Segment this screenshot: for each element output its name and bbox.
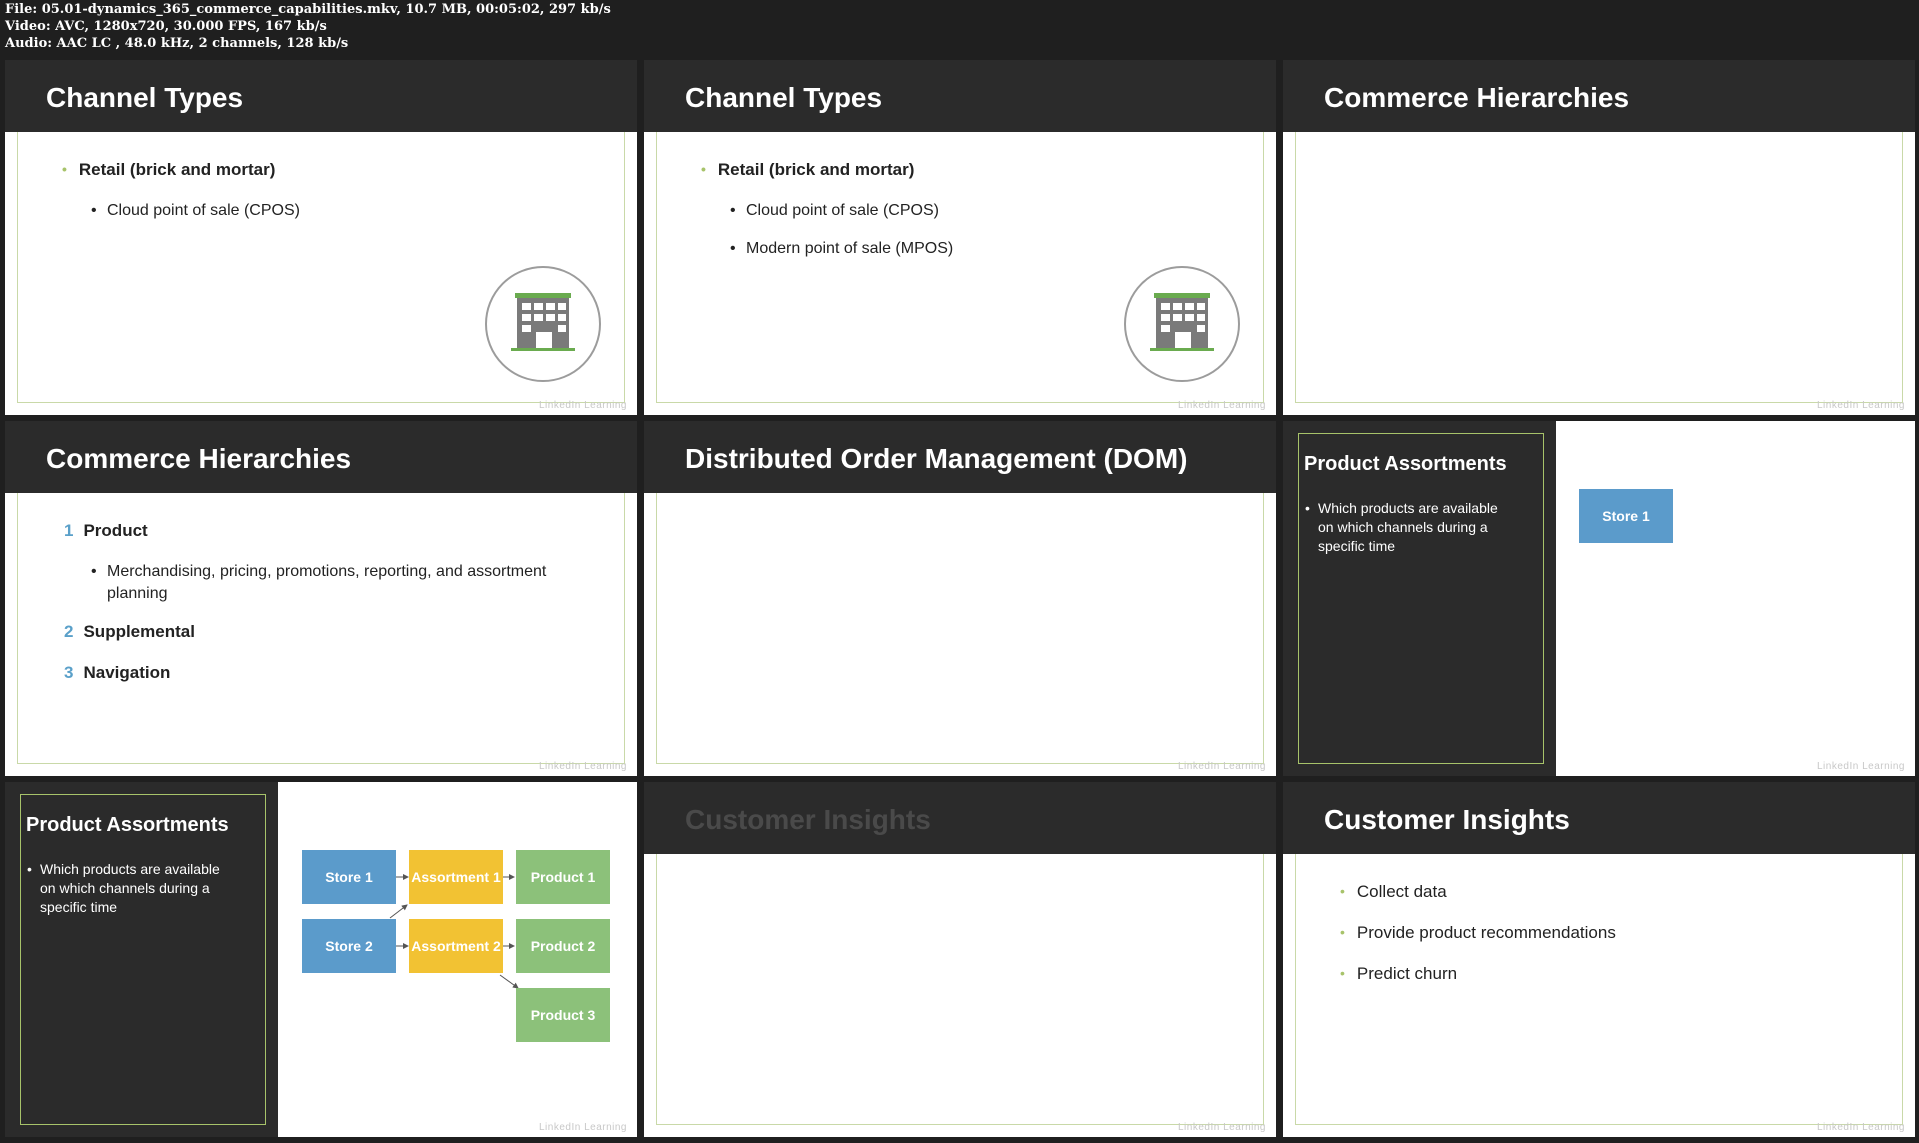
slide-thumbnail[interactable]: Commerce Hierarchies 1 Product • Merchandi… — [5, 421, 637, 776]
slide-thumbnail[interactable]: Channel Types • Retail (brick and mortar)… — [644, 60, 1276, 415]
sub-bullet-text: Merchandising, pricing, promotions, repo… — [107, 563, 547, 602]
audio-info-line: Audio: AAC LC , 48.0 kHz, 2 channels, 12… — [5, 36, 349, 51]
slide-title-bar: Distributed Order Management (DOM) — [644, 421, 1276, 493]
slide-title-bar: Commerce Hierarchies — [5, 421, 637, 493]
store-box: Store 2 — [302, 919, 396, 973]
brand-watermark: LinkedIn Learning — [1816, 400, 1905, 411]
slide-title-bar: Customer Insights — [644, 782, 1276, 854]
sub-bullet-text: Cloud point of sale (CPOS) — [107, 202, 300, 219]
slide-title: Channel Types — [46, 82, 244, 113]
brand-watermark: LinkedIn Learning — [1177, 761, 1266, 772]
numbered-item: 1 Product — [64, 521, 148, 541]
assortment-box: Assortment 1 — [409, 850, 503, 904]
side-panel: Product Assortments • Which products are … — [1283, 421, 1556, 776]
slide-thumbnail[interactable]: Product Assortments • Which products are … — [5, 782, 637, 1137]
sub-bullet-item: • Merchandising, pricing, promotions, rep… — [91, 561, 591, 605]
thumbnail-grid: Channel Types • Retail (brick and mortar)… — [5, 60, 1915, 1140]
slide-thumbnail[interactable]: Commerce Hierarchies LinkedIn Learning — [1283, 60, 1915, 415]
slide-title: Commerce Hierarchies — [46, 443, 352, 474]
item-label: Navigation — [83, 663, 171, 682]
slide-title: Distributed Order Management (DOM) — [685, 443, 1188, 474]
bullet-item: • Retail (brick and mortar) — [701, 160, 914, 180]
slide-title-bar: Channel Types — [644, 60, 1276, 132]
bullet-marker: • — [701, 161, 706, 177]
slide-thumbnail[interactable]: Channel Types • Retail (brick and mortar)… — [5, 60, 637, 415]
bullet-marker: • — [1340, 924, 1345, 940]
sub-bullet-item: • Modern point of sale (MPOS) — [730, 238, 1150, 260]
bullet-item: • Retail (brick and mortar) — [62, 160, 275, 180]
store-box: Store 1 — [1579, 489, 1673, 543]
video-info-line: Video: AVC, 1280x720, 30.000 FPS, 167 kb… — [5, 19, 327, 34]
slide-title: Customer Insights — [1324, 804, 1570, 835]
panel-description-text: Which products are available on which ch… — [1318, 500, 1498, 554]
slide-title: Channel Types — [685, 82, 883, 113]
slide-title: Customer Insights — [685, 804, 931, 835]
numbered-item: 3 Navigation — [64, 663, 170, 683]
brand-watermark: LinkedIn Learning — [1816, 1122, 1905, 1133]
side-panel-border — [1298, 433, 1544, 764]
brand-watermark: LinkedIn Learning — [1816, 761, 1905, 772]
slide-thumbnail[interactable]: Product Assortments • Which products are … — [1283, 421, 1915, 776]
sub-bullet-item: • Cloud point of sale (CPOS) — [91, 200, 511, 222]
slide-frame — [1295, 132, 1903, 403]
product-box: Product 1 — [516, 850, 610, 904]
item-label: Supplemental — [83, 622, 195, 641]
slide-frame — [656, 854, 1264, 1125]
product-box: Product 3 — [516, 988, 610, 1042]
sub-bullet-text: Modern point of sale (MPOS) — [746, 240, 954, 257]
slide-thumbnail[interactable]: Customer Insights LinkedIn Learning — [644, 782, 1276, 1137]
building-icon — [485, 266, 601, 382]
slide-frame — [656, 493, 1264, 764]
brand-watermark: LinkedIn Learning — [538, 1122, 627, 1133]
sub-bullet-item: • Cloud point of sale (CPOS) — [730, 200, 1150, 222]
slide-title-bar: Channel Types — [5, 60, 637, 132]
slide-thumbnail[interactable]: Customer Insights • Collect data • Provide… — [1283, 782, 1915, 1137]
slide-title-bar: Customer Insights — [1283, 782, 1915, 854]
brand-watermark: LinkedIn Learning — [538, 761, 627, 772]
video-file-info: File: 05.01-dynamics_365_commerce_capabi… — [5, 1, 611, 52]
bullet-marker: • — [1340, 965, 1345, 981]
brand-watermark: LinkedIn Learning — [1177, 400, 1266, 411]
panel-description: • Which products are available on which c… — [1305, 499, 1505, 556]
bullet-item: • Predict churn — [1340, 964, 1457, 984]
slide-thumbnail[interactable]: Distributed Order Management (DOM) Linke… — [644, 421, 1276, 776]
item-label: Product — [83, 521, 148, 540]
file-info-line: File: 05.01-dynamics_365_commerce_capabi… — [5, 2, 611, 17]
store-box: Store 1 — [302, 850, 396, 904]
assortment-box: Assortment 2 — [409, 919, 503, 973]
bullet-text: Retail (brick and mortar) — [78, 160, 276, 179]
slide-title-bar: Commerce Hierarchies — [1283, 60, 1915, 132]
panel-title: Product Assortments — [1304, 453, 1507, 475]
bullet-item: • Provide product recommendations — [1340, 923, 1616, 943]
brand-watermark: LinkedIn Learning — [538, 400, 627, 411]
item-number: 2 — [64, 622, 74, 641]
bullet-text: Predict churn — [1356, 964, 1458, 983]
brand-watermark: LinkedIn Learning — [1177, 1122, 1266, 1133]
bullet-marker: • — [62, 161, 67, 177]
bullet-item: • Collect data — [1340, 882, 1447, 902]
bullet-text: Retail (brick and mortar) — [717, 160, 915, 179]
numbered-item: 2 Supplemental — [64, 622, 195, 642]
slide-title: Commerce Hierarchies — [1324, 82, 1630, 113]
item-number: 3 — [64, 663, 74, 682]
building-icon — [1124, 266, 1240, 382]
product-box: Product 2 — [516, 919, 610, 973]
bullet-marker: • — [1340, 883, 1345, 899]
item-number: 1 — [64, 521, 74, 540]
bullet-text: Collect data — [1356, 882, 1447, 901]
sub-bullet-text: Cloud point of sale (CPOS) — [746, 202, 939, 219]
bullet-text: Provide product recommendations — [1356, 923, 1616, 942]
